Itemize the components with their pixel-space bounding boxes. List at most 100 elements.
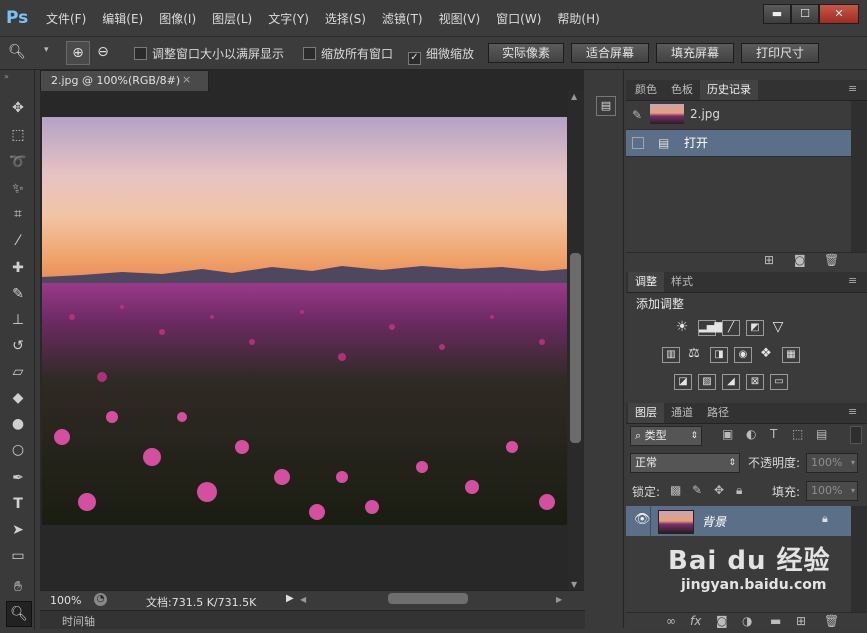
zoom-all-windows-option[interactable]: 缩放所有窗口 [303, 45, 393, 62]
hue-saturation-icon[interactable]: ▥ [662, 347, 680, 363]
status-menu-icon[interactable]: ◔ [94, 593, 107, 606]
menu-view[interactable]: 视图(V) [431, 10, 489, 27]
resize-windows-checkbox[interactable] [134, 47, 147, 60]
new-layer-icon[interactable]: ⊞ [796, 614, 806, 628]
photo-filter-icon[interactable]: ◉ [734, 347, 752, 363]
hand-tool-icon[interactable]: ✋︎ [6, 575, 30, 599]
threshold-icon[interactable]: ◢ [722, 374, 740, 390]
panel-menu-icon[interactable]: ≡ [848, 405, 857, 418]
history-brush-tool-icon[interactable]: ↺ [6, 334, 30, 358]
snapshot-brush-icon[interactable]: ✎ [632, 102, 642, 128]
zoom-in-icon[interactable]: ⊕ [66, 41, 90, 65]
fill-screen-button[interactable]: 填充屏幕 [656, 43, 734, 63]
zoom-all-windows-checkbox[interactable] [303, 47, 316, 60]
eraser-tool-icon[interactable]: ▱ [6, 360, 30, 384]
gradient-map-icon[interactable]: ▭ [770, 374, 788, 390]
link-layers-icon[interactable]: ∞ [666, 614, 676, 628]
layer-visibility-eye-icon[interactable]: 👁︎ [634, 512, 651, 527]
minimize-button[interactable]: ▬ [763, 4, 791, 24]
layer-filter-kind[interactable]: ⌕ 类型 ⇕ [630, 426, 702, 446]
invert-icon[interactable]: ◪ [674, 374, 692, 390]
filter-smart-object-icon[interactable]: ▤ [816, 427, 827, 441]
menu-filter[interactable]: 滤镜(T) [374, 10, 431, 27]
collapse-toolbar-icon[interactable]: » [4, 72, 9, 81]
tab-styles[interactable]: 样式 [664, 272, 700, 292]
lock-position-icon[interactable]: ✥ [714, 483, 724, 497]
new-group-icon[interactable]: ▬ [770, 614, 781, 628]
blend-mode-select[interactable]: 正常 ⇕ [630, 453, 740, 473]
panel-menu-icon[interactable]: ≡ [848, 82, 857, 95]
zoom-tool-icon[interactable]: 🔍︎ [6, 601, 32, 627]
scroll-up-icon[interactable]: ▲ [571, 92, 577, 101]
opacity-input[interactable]: 100% ▾ [806, 453, 858, 473]
close-document-icon[interactable]: × [182, 73, 191, 86]
zoom-level[interactable]: 100% [50, 594, 81, 607]
posterize-icon[interactable]: ▨ [698, 374, 716, 390]
lock-all-icon[interactable]: 🔒︎ [736, 483, 742, 498]
filter-shape-icon[interactable]: ⬚ [792, 427, 803, 441]
eyedropper-tool-icon[interactable]: ⁄ [6, 229, 30, 253]
scrubby-zoom-option[interactable]: ✓ 细微缩放 [408, 45, 474, 65]
history-state-open[interactable]: ▤ 打开 [626, 130, 851, 157]
menu-layer[interactable]: 图层(L) [204, 10, 260, 27]
tab-history[interactable]: 历史记录 [700, 80, 758, 100]
menu-file[interactable]: 文件(F) [38, 10, 94, 27]
restore-button[interactable]: ☐ [791, 4, 819, 24]
crop-tool-icon[interactable]: ⌗ [6, 202, 30, 226]
channel-mixer-icon[interactable]: ❖ [758, 347, 774, 361]
clone-stamp-tool-icon[interactable]: ⊥ [6, 308, 30, 332]
vibrance-icon[interactable]: ▽ [770, 320, 786, 334]
brightness-contrast-icon[interactable]: ☀ [674, 320, 690, 334]
menu-image[interactable]: 图像(I) [151, 10, 204, 27]
status-arrow-icon[interactable]: ▶ [286, 593, 294, 604]
fill-input[interactable]: 100% ▾ [806, 481, 858, 501]
move-tool-icon[interactable]: ✥ [6, 96, 30, 120]
scroll-down-icon[interactable]: ▼ [571, 580, 577, 589]
curves-icon[interactable]: ╱ [722, 320, 740, 336]
layer-name[interactable]: 背景 [702, 513, 726, 530]
vertical-scroll-thumb[interactable] [570, 253, 581, 443]
layer-style-icon[interactable]: fx [690, 614, 701, 628]
filter-type-icon[interactable]: T [770, 427, 777, 441]
menu-window[interactable]: 窗口(W) [488, 10, 549, 27]
color-balance-icon[interactable]: ⚖ [686, 347, 702, 361]
brush-tool-icon[interactable]: ✎ [6, 282, 30, 306]
menu-select[interactable]: 选择(S) [317, 10, 374, 27]
tab-adjustments[interactable]: 调整 [628, 272, 664, 292]
exposure-icon[interactable]: ◩ [746, 320, 764, 336]
selective-color-icon[interactable]: ⊠ [746, 374, 764, 390]
path-selection-tool-icon[interactable]: ➤ [6, 518, 30, 542]
menu-edit[interactable]: 编辑(E) [94, 10, 151, 27]
marquee-tool-icon[interactable]: ⬚ [6, 123, 30, 147]
delete-state-icon[interactable]: 🗑︎ [824, 253, 839, 267]
horizontal-scroll-thumb[interactable] [388, 593, 468, 604]
panel-menu-icon[interactable]: ≡ [848, 274, 857, 287]
tab-color[interactable]: 颜色 [628, 80, 664, 100]
pen-tool-icon[interactable]: ✒ [6, 466, 30, 490]
paint-bucket-tool-icon[interactable]: ◆ [6, 386, 30, 410]
filter-adjustment-icon[interactable]: ◐ [746, 427, 756, 441]
new-document-from-state-icon[interactable]: ⊞ [764, 253, 774, 267]
history-panel-icon[interactable]: ▤ [596, 96, 616, 116]
layers-scrollbar[interactable] [851, 506, 867, 612]
zoom-tool-preset-icon[interactable]: 🔍︎ [6, 41, 28, 63]
blur-tool-icon[interactable]: ● [6, 412, 30, 436]
timeline-panel-bar[interactable]: 时间轴 [40, 610, 585, 629]
lasso-tool-icon[interactable]: ➰ [6, 150, 30, 174]
rectangle-tool-icon[interactable]: ▭ [6, 544, 30, 568]
filter-toggle[interactable] [850, 426, 862, 444]
close-window-button[interactable]: ✕ [819, 4, 859, 24]
levels-icon[interactable]: ▂▅▇ [698, 320, 722, 336]
tab-layers[interactable]: 图层 [628, 403, 664, 423]
healing-brush-tool-icon[interactable]: ✚ [6, 256, 30, 280]
menu-help[interactable]: 帮助(H) [549, 10, 607, 27]
menu-type[interactable]: 文字(Y) [260, 10, 317, 27]
dodge-tool-icon[interactable]: ○ [6, 438, 30, 462]
scrubby-zoom-checkbox[interactable]: ✓ [408, 52, 421, 65]
scroll-right-icon[interactable]: ▶ [556, 595, 562, 604]
type-tool-icon[interactable]: T [6, 492, 30, 516]
resize-windows-option[interactable]: 调整窗口大小以满屏显示 [134, 45, 284, 62]
tab-swatches[interactable]: 色板 [664, 80, 700, 100]
state-checkbox[interactable] [632, 137, 644, 149]
magic-wand-tool-icon[interactable]: ✨︎ [6, 177, 30, 201]
